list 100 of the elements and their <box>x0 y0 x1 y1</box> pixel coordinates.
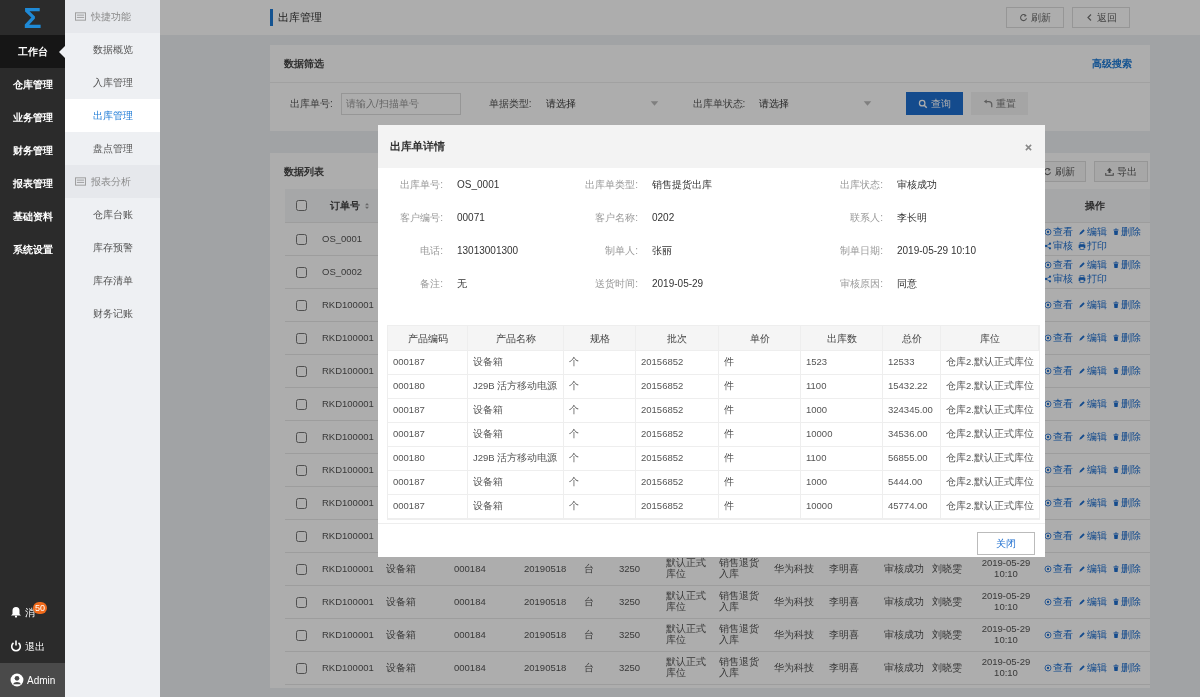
field-label: 电话: <box>419 244 444 258</box>
action-link[interactable]: 查看 <box>1044 330 1073 346</box>
advanced-search-link[interactable]: 高级搜索 <box>1092 56 1132 71</box>
subnav-item[interactable]: 入库管理 <box>65 66 160 99</box>
row-checkbox[interactable] <box>296 233 307 245</box>
action-link[interactable]: 编辑 <box>1078 330 1107 346</box>
action-link[interactable]: 查看 <box>1044 594 1073 610</box>
action-link[interactable]: 删除 <box>1112 330 1141 346</box>
row-checkbox[interactable] <box>296 332 307 344</box>
table-cell-text: 李明喜 <box>828 629 860 641</box>
action-link[interactable]: 删除 <box>1112 224 1141 239</box>
action-link[interactable]: 审核 <box>1044 272 1073 287</box>
action-link[interactable]: 查看 <box>1044 462 1073 478</box>
action-link[interactable]: 编辑 <box>1078 297 1107 313</box>
refresh-button[interactable]: 刷新 <box>1006 7 1064 28</box>
row-checkbox[interactable] <box>296 431 307 443</box>
row-checkbox[interactable] <box>296 266 307 278</box>
subnav-item[interactable]: 出库管理 <box>65 99 160 132</box>
back-button[interactable]: 返回 <box>1072 7 1130 28</box>
action-link[interactable]: 打印 <box>1078 239 1107 254</box>
action-link[interactable]: 编辑 <box>1078 363 1107 379</box>
subnav-item[interactable]: 库存清单 <box>65 264 160 297</box>
table-cell-text: 审核成功 <box>883 629 925 641</box>
row-checkbox[interactable] <box>296 299 307 311</box>
action-link[interactable]: 编辑 <box>1078 257 1107 272</box>
row-checkbox[interactable] <box>296 365 307 377</box>
user-menu[interactable]: Admin <box>0 663 65 697</box>
action-link[interactable]: 删除 <box>1112 462 1141 478</box>
sidebar-item[interactable]: 报表管理 <box>0 167 65 200</box>
action-link[interactable]: 删除 <box>1112 495 1141 511</box>
action-link[interactable]: 查看 <box>1044 396 1073 412</box>
action-link[interactable]: 编辑 <box>1078 396 1107 412</box>
table-cell-text: 华为科技 <box>773 629 815 641</box>
sidebar-item[interactable]: 财务管理 <box>0 134 65 167</box>
action-link[interactable]: 查看 <box>1044 528 1073 544</box>
subnav-item[interactable]: 数据概览 <box>65 33 160 66</box>
subnav-item[interactable]: 盘点管理 <box>65 132 160 165</box>
sidebar-item[interactable]: 系统设置 <box>0 233 65 266</box>
action-link[interactable]: 编辑 <box>1078 495 1107 511</box>
action-link[interactable]: 查看 <box>1044 224 1073 239</box>
action-link[interactable]: 编辑 <box>1078 561 1107 577</box>
table-cell: 20156852 <box>636 447 719 470</box>
action-link[interactable]: 查看 <box>1044 561 1073 577</box>
sidebar-item[interactable]: 基础资料 <box>0 200 65 233</box>
export-button[interactable]: 导出 <box>1094 160 1148 182</box>
action-link[interactable]: 审核 <box>1044 239 1073 254</box>
action-link[interactable]: 编辑 <box>1078 660 1107 676</box>
action-link[interactable]: 删除 <box>1112 257 1141 272</box>
subnav-item[interactable]: 财务记账 <box>65 297 160 330</box>
row-checkbox[interactable] <box>296 662 307 674</box>
row-checkbox[interactable] <box>296 629 307 641</box>
action-link[interactable]: 删除 <box>1112 660 1141 676</box>
select-field[interactable]: 请选择 <box>539 92 665 115</box>
row-checkbox[interactable] <box>296 596 307 608</box>
action-link[interactable]: 查看 <box>1044 627 1073 643</box>
row-checkbox[interactable] <box>296 497 307 509</box>
logout-button[interactable]: 退出 <box>0 629 65 663</box>
printer-icon <box>1078 242 1086 251</box>
sidebar-item[interactable]: 工作台 <box>0 35 65 68</box>
table-cell: 个 <box>564 399 636 422</box>
action-link[interactable]: 删除 <box>1112 297 1141 313</box>
action-link[interactable]: 查看 <box>1044 660 1073 676</box>
action-link[interactable]: 查看 <box>1044 429 1073 445</box>
subnav-item[interactable]: 库存预警 <box>65 231 160 264</box>
sidebar-item[interactable]: 业务管理 <box>0 101 65 134</box>
close-button[interactable]: 关闭 <box>977 532 1035 555</box>
column-header[interactable]: 订单号 <box>318 198 382 213</box>
select-all-checkbox[interactable] <box>296 200 307 211</box>
row-checkbox[interactable] <box>296 530 307 542</box>
action-link[interactable]: 删除 <box>1112 594 1141 610</box>
subnav-item[interactable]: 仓库台账 <box>65 198 160 231</box>
action-link[interactable]: 删除 <box>1112 528 1141 544</box>
action-link[interactable]: 编辑 <box>1078 462 1107 478</box>
action-link[interactable]: 删除 <box>1112 627 1141 643</box>
action-link[interactable]: 打印 <box>1078 272 1107 287</box>
action-link[interactable]: 查看 <box>1044 495 1073 511</box>
table-cell-text: RKD100001 <box>321 530 375 542</box>
select-field[interactable]: 请选择 <box>753 92 879 115</box>
action-link[interactable]: 删除 <box>1112 396 1141 412</box>
action-link[interactable]: 编辑 <box>1078 627 1107 643</box>
table-cell: 000180 <box>388 447 468 470</box>
row-checkbox[interactable] <box>296 464 307 476</box>
row-checkbox[interactable] <box>296 563 307 575</box>
action-link[interactable]: 编辑 <box>1078 224 1107 239</box>
action-link[interactable]: 删除 <box>1112 363 1141 379</box>
table-cell: 1000 <box>801 399 883 422</box>
action-link[interactable]: 删除 <box>1112 561 1141 577</box>
action-link[interactable]: 查看 <box>1044 363 1073 379</box>
action-link[interactable]: 查看 <box>1044 257 1073 272</box>
sidebar-item[interactable]: 仓库管理 <box>0 68 65 101</box>
action-link[interactable]: 编辑 <box>1078 429 1107 445</box>
row-checkbox[interactable] <box>296 398 307 410</box>
field-value: 2019-05-29 <box>651 277 705 291</box>
reset-button[interactable]: 重置 <box>971 92 1029 115</box>
action-link[interactable]: 删除 <box>1112 429 1141 445</box>
search-button[interactable]: 查询 <box>906 92 964 115</box>
action-link[interactable]: 查看 <box>1044 297 1073 313</box>
action-link[interactable]: 编辑 <box>1078 528 1107 544</box>
table-cell: 20156852 <box>636 399 719 422</box>
action-link[interactable]: 编辑 <box>1078 594 1107 610</box>
